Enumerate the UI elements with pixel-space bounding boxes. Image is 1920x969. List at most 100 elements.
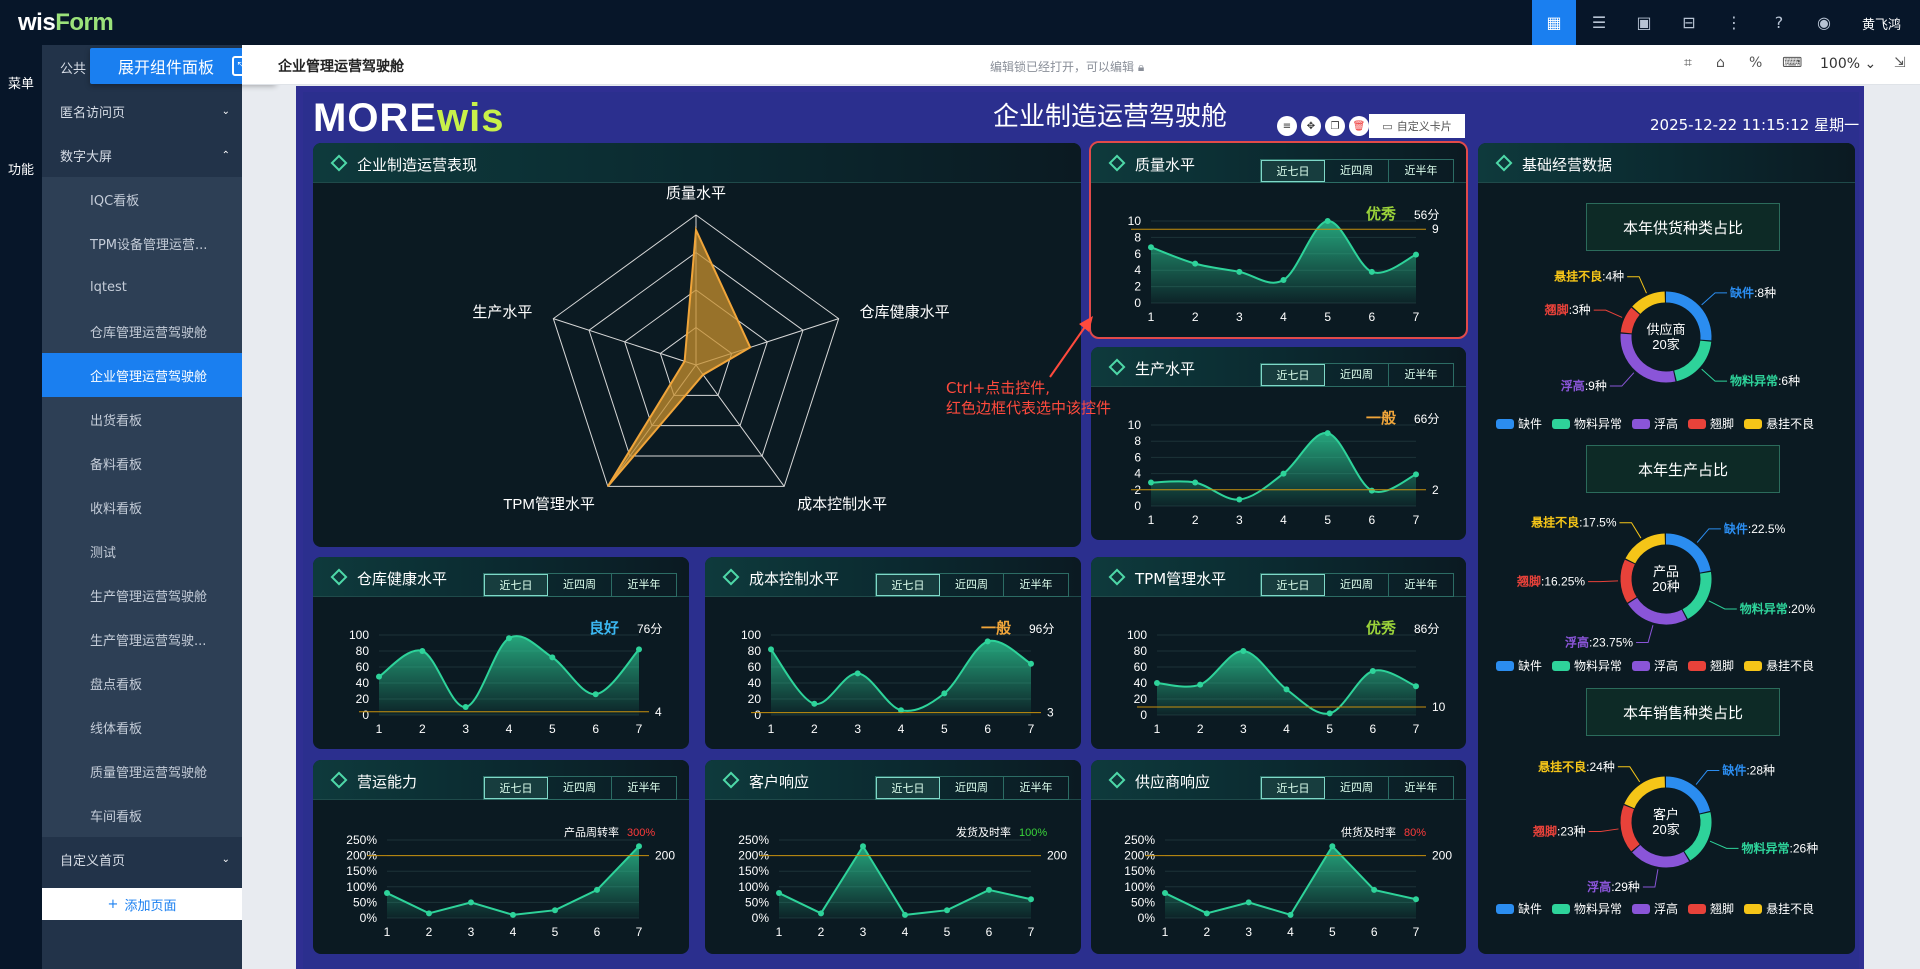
data-point [1154, 680, 1160, 686]
legend-item[interactable]: 物料异常 [1552, 415, 1622, 432]
panel-warehouse[interactable]: 仓库健康水平 近七日 近四周 近半年 0 20 40 60 80 100 1 2 3 4 5 6 7 4 良好 76分 [313, 557, 689, 749]
x-tick-label: 3 [1240, 722, 1247, 736]
legend-item[interactable]: 浮高 [1632, 415, 1678, 432]
sidebar-item[interactable]: 数字大屏 ⌃ [42, 133, 242, 177]
sidebar-item[interactable]: 匿名访问页 ⌄ [42, 89, 242, 133]
legend-item[interactable]: 浮高 [1632, 657, 1678, 674]
grade-label: 良好 [589, 619, 619, 637]
move-icon[interactable]: ✥ [1301, 116, 1321, 136]
sidebar-item[interactable]: 测试 [42, 529, 242, 573]
panel-ops[interactable]: 营运能力 近七日 近四周 近半年 0% 50% 100% 150% 200% 250% 1 2 3 4 5 6… [313, 760, 689, 954]
legend-item[interactable]: 缺件 [1496, 415, 1542, 432]
sidebar-item[interactable]: 车间看板 [42, 793, 242, 837]
keyboard-icon[interactable]: ⌨ [1782, 55, 1802, 71]
panel-quality[interactable]: 质量水平 近七日 近四周 近半年 0 2 4 6 8 10 1 2 3 4 5 6 7 9 优秀 56分 [1089, 141, 1468, 339]
data-point [1329, 843, 1336, 850]
legend-item[interactable]: 物料异常 [1552, 900, 1622, 917]
x-tick-label: 5 [1329, 925, 1336, 939]
panel-basic-data[interactable]: 基础经营数据 本年供货种类占比 供应商 20家 缺件:8种 物料异常:6种 浮高:9种 翘脚… [1478, 143, 1855, 954]
zoom-select[interactable]: 100% ⌄ [1820, 56, 1876, 72]
copy-icon[interactable]: ❐ [1325, 116, 1345, 136]
add-page-button[interactable]: + 添加页面 [42, 888, 242, 920]
sidebar-item[interactable]: 线体看板 [42, 705, 242, 749]
x-tick-label: 7 [636, 925, 643, 939]
donut-label-value: :8种 [1754, 286, 1776, 300]
y-tick-label: 0 [1134, 499, 1141, 513]
panel-cost[interactable]: 成本控制水平 近七日 近四周 近半年 0 20 40 60 80 100 1 2 3 4 5 6 7 3 一般 96分 [705, 557, 1081, 749]
panel-radar[interactable]: 企业制造运营表现 质量水平 仓库健康水平 成本控制水平 TPM管理水平 生产水平 [313, 143, 1081, 547]
y-tick-label: 20 [1134, 692, 1148, 706]
sidebar-item[interactable]: TPM设备管理运营... [42, 221, 242, 265]
sidebar-item[interactable]: 自定义首页 ⌄ [42, 837, 242, 881]
lock-icon: 🔒︎ [1137, 60, 1145, 74]
sidebar-item-label: 生产管理运营驾驶舱 [90, 589, 208, 605]
donut-legend: 缺件 物料异常 浮高 翘脚 悬挂不良 [1496, 900, 1814, 917]
sidebar-item[interactable]: 出货看板 [42, 397, 242, 441]
sidebar-item[interactable]: 仓库管理运营驾驶舱 [42, 309, 242, 353]
database-icon[interactable]: ☰ [1577, 0, 1621, 45]
scan-icon[interactable]: ⌗ [1684, 55, 1692, 71]
legend-item[interactable]: 浮高 [1632, 900, 1678, 917]
legend-item[interactable]: 翘脚 [1688, 415, 1734, 432]
y-tick-label: 4 [1134, 467, 1141, 481]
panel-supplier[interactable]: 供应商响应 近七日 近四周 近半年 0% 50% 100% 150% 200% 250% 1 2 3 4 5… [1091, 760, 1466, 954]
percent-icon[interactable]: % [1749, 55, 1762, 71]
x-tick-label: 1 [1148, 310, 1155, 324]
x-tick-label: 1 [768, 722, 775, 736]
username[interactable]: 黄飞鸿 [1862, 14, 1901, 33]
donut-label-name: 悬挂不良 [1553, 269, 1602, 284]
y-tick-label: 0% [360, 911, 378, 925]
legend-item[interactable]: 物料异常 [1552, 657, 1622, 674]
legend-item[interactable]: 缺件 [1496, 900, 1542, 917]
legend-item[interactable]: 翘脚 [1688, 657, 1734, 674]
rail-function[interactable]: 功能 [0, 163, 42, 179]
donut-subtitle: 本年销售种类占比 [1586, 688, 1780, 736]
sidebar-item[interactable]: 质量管理运营驾驶舱 [42, 749, 242, 793]
sidebar-item[interactable]: 企业管理运营驾驶舱 [42, 353, 242, 397]
data-point [1203, 910, 1210, 917]
panel-tpm[interactable]: TPM管理水平 近七日 近四周 近半年 0 20 40 60 80 100 1 2 3 4 5 6 7 10 优秀 8… [1091, 557, 1466, 749]
chevron-icon[interactable]: ⌄ [222, 106, 230, 117]
help-icon[interactable]: ? [1757, 0, 1801, 45]
sidebar-item-label: 生产管理运营驾驶... [90, 633, 207, 649]
app-logo[interactable]: wisForm [18, 9, 114, 37]
chevron-icon[interactable]: ⌄ [222, 854, 230, 865]
panel-customer[interactable]: 客户响应 近七日 近四周 近半年 0% 50% 100% 150% 200% 250% 1 2 3 4 5 6… [705, 760, 1081, 954]
panel-production[interactable]: 生产水平 近七日 近四周 近半年 0 2 4 6 8 10 1 2 3 4 5 6 7 2 一般 66分 [1091, 347, 1466, 540]
legend-label: 浮高 [1654, 417, 1679, 431]
donut-leader-line [1588, 828, 1619, 833]
data-point [986, 886, 992, 893]
robot-icon[interactable]: ⌂ [1716, 55, 1725, 71]
legend-item[interactable]: 缺件 [1496, 657, 1542, 674]
legend-label: 浮高 [1654, 902, 1679, 916]
donut-chart: 供应商20家 缺件:8种物料异常:6种 浮高:9种 翘脚:3种 悬挂不良:4种 [1544, 269, 1800, 393]
chevron-icon[interactable]: ⌃ [222, 150, 230, 161]
legend-item[interactable]: 悬挂不良 [1744, 657, 1814, 674]
dashboard-icon[interactable]: ▦ [1532, 0, 1576, 45]
more-icon[interactable]: ⋮ [1712, 0, 1756, 45]
sidebar-item[interactable]: 盘点看板 [42, 661, 242, 705]
delete-icon[interactable]: 🗑︎ [1349, 116, 1369, 136]
custom-card-button[interactable]: ▭ 自定义卡片 [1369, 114, 1465, 138]
x-tick-label: 1 [1162, 925, 1169, 939]
radar-indicator-label: TPM管理水平 [503, 496, 595, 513]
sidebar-item[interactable]: 收料看板 [42, 485, 242, 529]
user-avatar-icon[interactable]: ◉ [1802, 0, 1846, 45]
legend-item[interactable]: 翘脚 [1688, 900, 1734, 917]
legend-item[interactable]: 悬挂不良 [1744, 900, 1814, 917]
y-tick-label: 0 [1134, 296, 1141, 310]
screen-icon[interactable]: ▣ [1622, 0, 1666, 45]
donut-slice [1624, 776, 1666, 809]
sidebar-item[interactable]: 生产管理运营驾驶舱 [42, 573, 242, 617]
legend-item[interactable]: 悬挂不良 [1744, 415, 1814, 432]
sidebar-item[interactable]: 备料看板 [42, 441, 242, 485]
rail-menu[interactable]: 菜单 [0, 77, 42, 93]
x-tick-label: 2 [1197, 722, 1204, 736]
sidebar-item[interactable]: IQC看板 [42, 177, 242, 221]
settings-panel-icon[interactable]: ⊟ [1667, 0, 1711, 45]
collapse-icon[interactable]: ⇲ [1894, 55, 1906, 71]
x-tick-label: 3 [854, 722, 861, 736]
sidebar-item[interactable]: lqtest [42, 265, 242, 309]
sidebar-item[interactable]: 生产管理运营驾驶... [42, 617, 242, 661]
align-icon[interactable]: ≡ [1277, 116, 1297, 136]
